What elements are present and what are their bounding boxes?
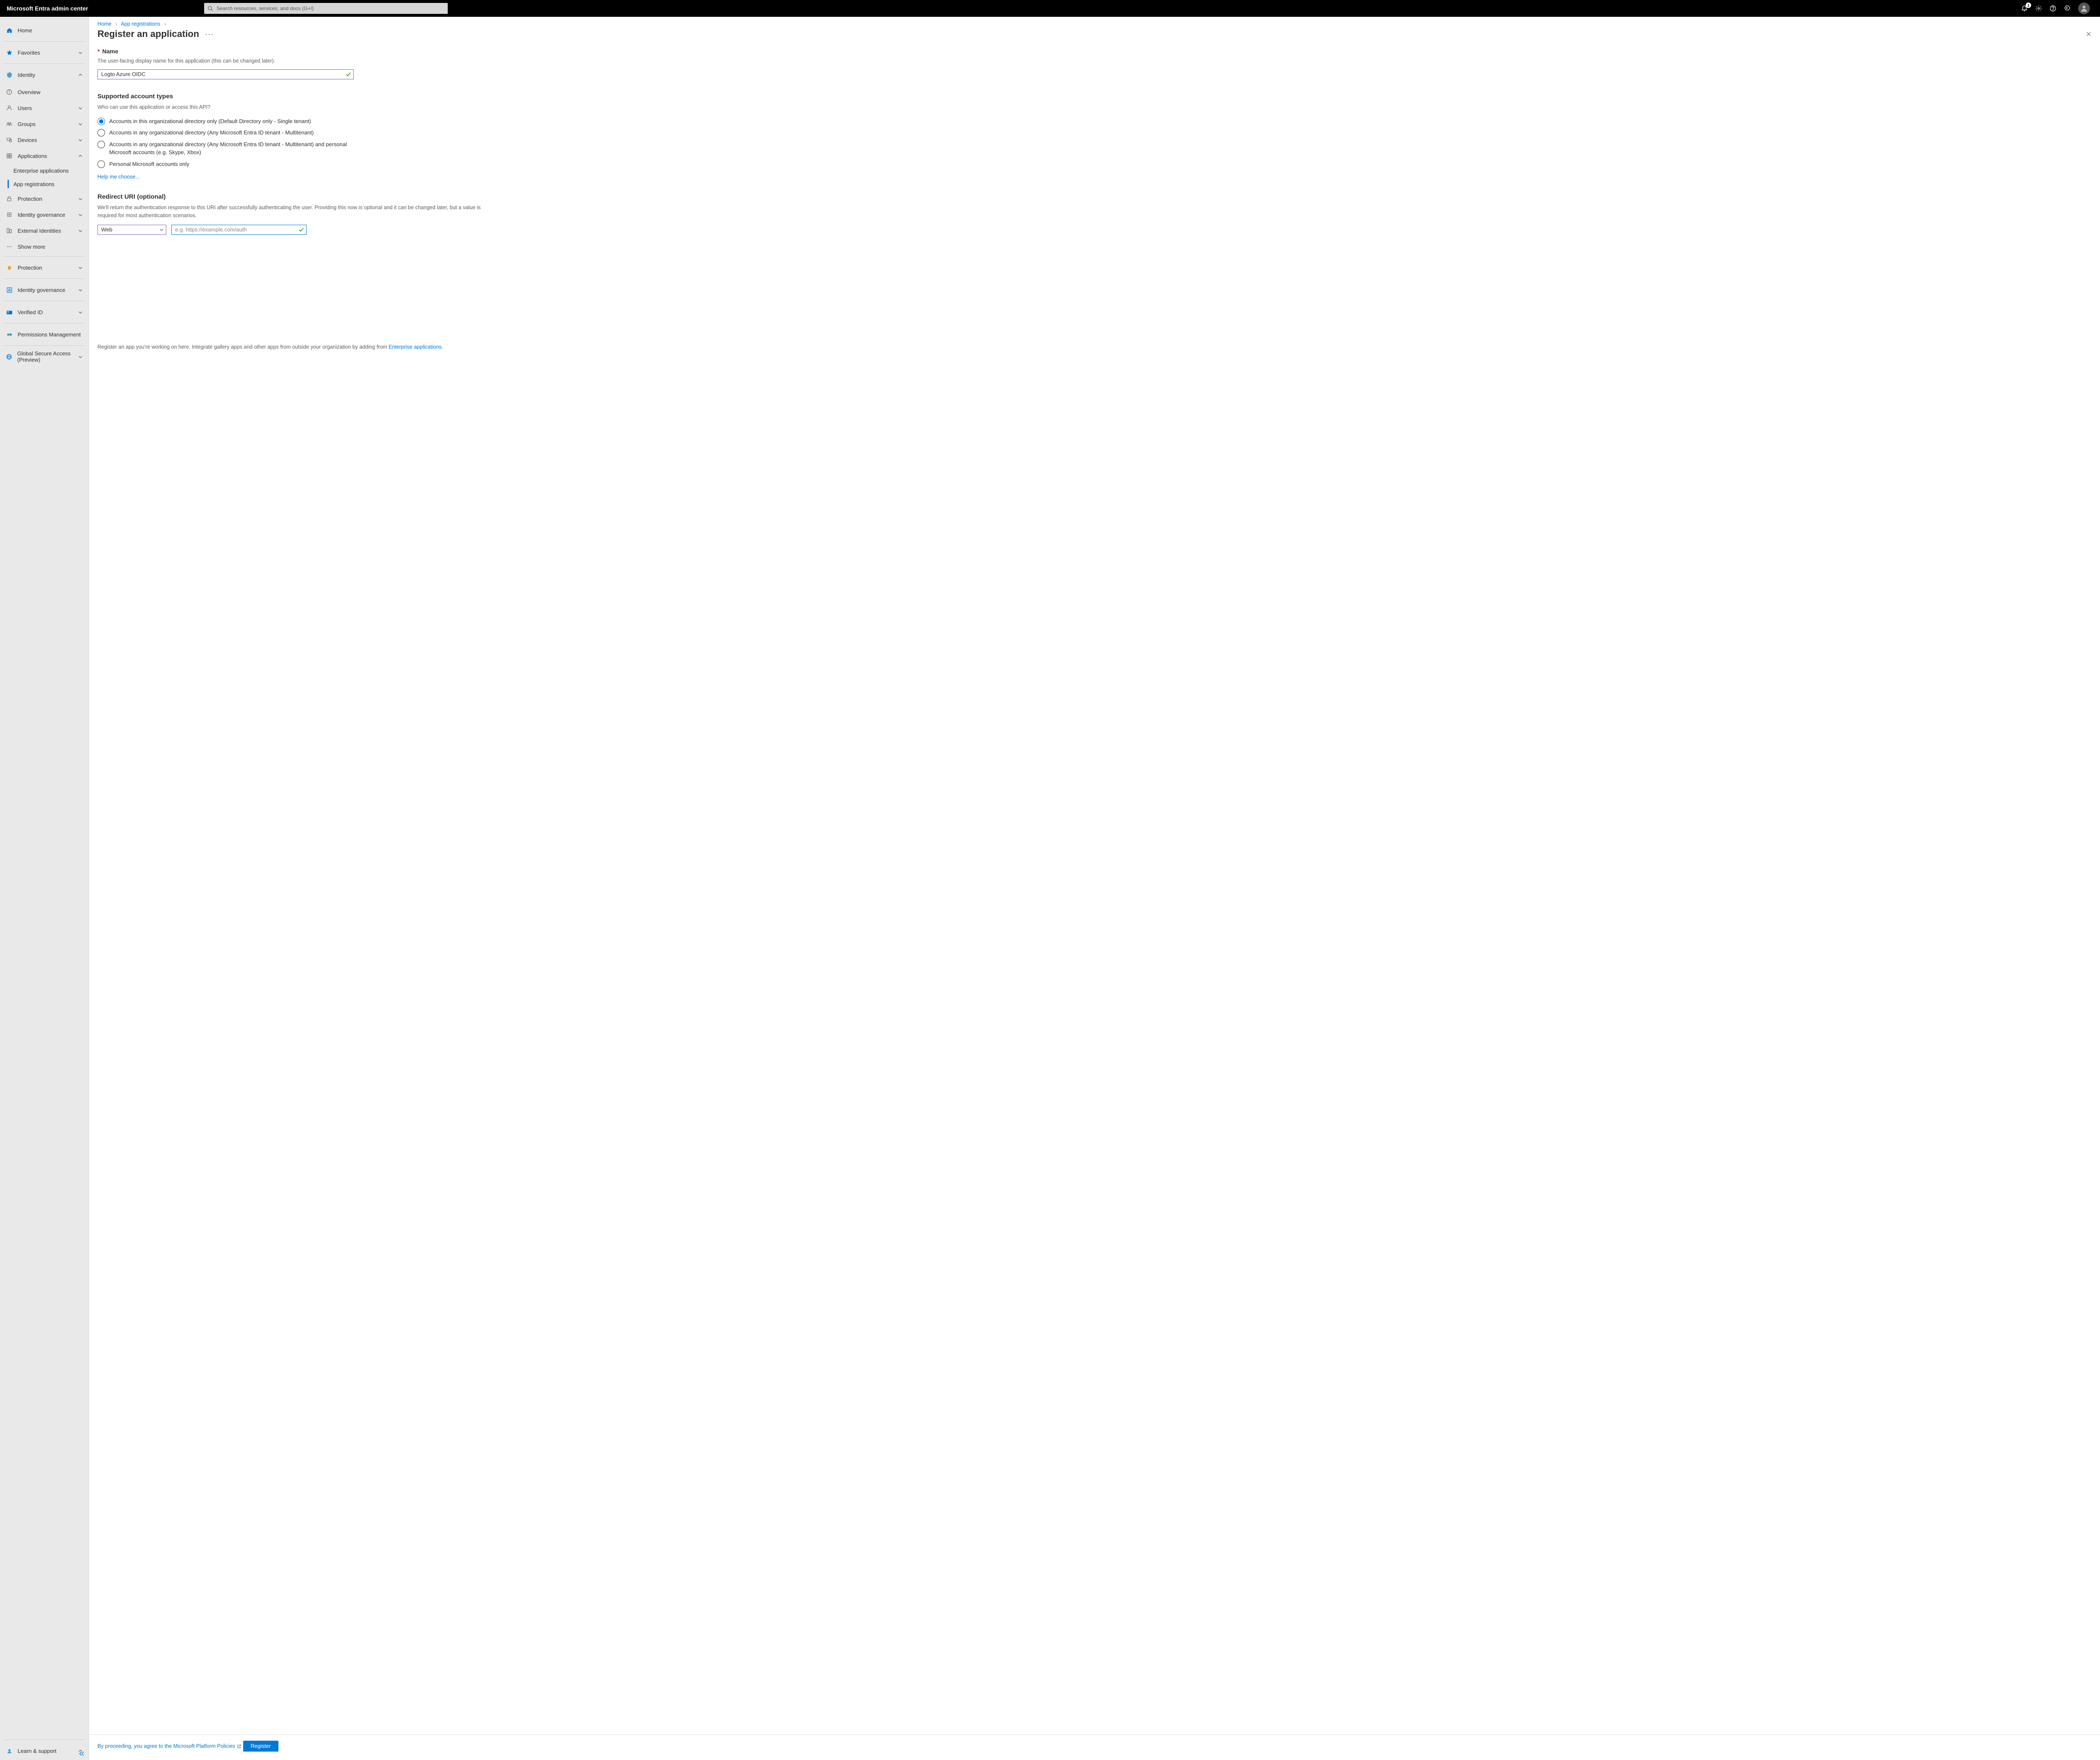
- name-label: * Name: [97, 48, 484, 55]
- nav-favorites[interactable]: Favorites: [0, 43, 89, 62]
- account-types-title: Supported account types: [97, 93, 484, 100]
- notifications-icon[interactable]: 1: [2021, 5, 2028, 12]
- account-type-option-1[interactable]: Accounts in any organizational directory…: [97, 127, 484, 139]
- nav-permissions[interactable]: Permissions Management: [0, 325, 89, 344]
- identity-icon: [6, 72, 13, 78]
- nav-protection[interactable]: Protection: [0, 258, 89, 277]
- check-icon: [346, 71, 351, 77]
- nav-applications[interactable]: Applications: [0, 148, 89, 164]
- chevron-down-icon: [78, 213, 83, 217]
- verified-icon: [6, 309, 13, 315]
- redirect-uri-title: Redirect URI (optional): [97, 193, 484, 200]
- search-icon: [207, 6, 213, 11]
- more-button[interactable]: ···: [205, 30, 214, 39]
- check-icon: [299, 227, 304, 232]
- apps-icon: [6, 153, 13, 159]
- global-search-input[interactable]: [204, 3, 448, 14]
- nav-users[interactable]: Users: [0, 100, 89, 116]
- redirect-uri-description: We'll return the authentication response…: [97, 204, 484, 220]
- lock-icon: [6, 196, 13, 202]
- chevron-down-icon: [78, 106, 83, 110]
- close-button[interactable]: [2086, 31, 2092, 37]
- groups-icon: [6, 121, 13, 127]
- help-me-choose-link[interactable]: Help me choose...: [97, 174, 140, 180]
- app-name-input[interactable]: [97, 69, 354, 79]
- notification-badge: 1: [2026, 3, 2031, 8]
- redirect-uri-input[interactable]: [171, 225, 307, 235]
- nav-overview[interactable]: Overview: [0, 84, 89, 100]
- help-icon[interactable]: [2050, 5, 2056, 12]
- nav-home[interactable]: Home: [0, 21, 89, 39]
- breadcrumb-home[interactable]: Home: [97, 21, 111, 27]
- nav-identity[interactable]: Identity: [0, 66, 89, 84]
- nav-identity-gov-sub[interactable]: Identity governance: [0, 207, 89, 223]
- home-icon: [6, 27, 13, 34]
- permissions-icon: [6, 331, 13, 338]
- external-icon: [6, 228, 13, 234]
- nav-learn-support[interactable]: Learn & support: [0, 1742, 89, 1760]
- radio-icon: [97, 141, 105, 148]
- breadcrumb: Home › App registrations ›: [89, 17, 2100, 29]
- user-icon: [6, 105, 13, 111]
- chevron-down-icon: [78, 138, 83, 142]
- nav-groups[interactable]: Groups: [0, 116, 89, 132]
- governance-icon: [6, 212, 13, 218]
- radio-icon: [97, 160, 105, 168]
- nav-protection-sub[interactable]: Protection: [0, 191, 89, 207]
- name-description: The user-facing display name for this ap…: [97, 57, 484, 65]
- account-type-option-3[interactable]: Personal Microsoft accounts only: [97, 158, 484, 170]
- breadcrumb-app-registrations[interactable]: App registrations: [121, 21, 160, 27]
- chevron-down-icon: [78, 310, 83, 315]
- chevron-up-icon: [78, 73, 83, 77]
- breadcrumb-separator: ›: [113, 21, 120, 27]
- nav-show-more[interactable]: Show more: [0, 239, 89, 255]
- id-gov-icon: [6, 287, 13, 293]
- footer-note: Register an app you're working on here. …: [97, 344, 484, 358]
- chevron-up-icon: [78, 154, 83, 158]
- chevron-down-icon: [78, 50, 83, 55]
- chevron-down-icon: [78, 265, 83, 270]
- globe-icon: [6, 354, 12, 360]
- account-types-description: Who can use this application or access t…: [97, 103, 484, 111]
- register-button[interactable]: Register: [243, 1741, 278, 1752]
- ellipsis-icon: [6, 244, 13, 250]
- policy-link[interactable]: By proceeding, you agree to the Microsof…: [97, 1743, 242, 1749]
- support-icon: [6, 1748, 13, 1754]
- account-type-option-2[interactable]: Accounts in any organizational directory…: [97, 139, 484, 158]
- radio-icon: [97, 129, 105, 137]
- shield-icon: [6, 265, 13, 271]
- nav-app-registrations[interactable]: App registrations: [0, 177, 89, 191]
- user-avatar[interactable]: [2078, 3, 2090, 14]
- chevron-down-icon: [78, 197, 83, 201]
- nav-enterprise-applications[interactable]: Enterprise applications: [0, 164, 89, 177]
- chevron-down-icon: [78, 122, 83, 126]
- left-sidebar: Home Favorites Identity Overview Users: [0, 17, 89, 1760]
- devices-icon: [6, 137, 13, 143]
- star-icon: [6, 50, 13, 56]
- chevron-down-icon: [78, 229, 83, 233]
- product-title: Microsoft Entra admin center: [7, 5, 88, 12]
- settings-icon[interactable]: [2035, 5, 2042, 12]
- feedback-icon[interactable]: [2064, 5, 2071, 12]
- chevron-down-icon: [78, 288, 83, 292]
- nav-identity-governance[interactable]: Identity governance: [0, 281, 89, 299]
- nav-external-identities[interactable]: External Identities: [0, 223, 89, 239]
- info-icon: [6, 89, 13, 95]
- collapse-sidebar-button[interactable]: [79, 1751, 84, 1757]
- top-header: Microsoft Entra admin center 1: [0, 0, 2100, 17]
- page-title: Register an application: [97, 29, 199, 39]
- breadcrumb-separator: ›: [162, 21, 168, 27]
- radio-icon: [97, 118, 105, 125]
- nav-verified-id[interactable]: Verified ID: [0, 303, 89, 321]
- account-type-option-0[interactable]: Accounts in this organizational director…: [97, 116, 484, 127]
- external-link-icon: [237, 1744, 242, 1749]
- platform-select[interactable]: [97, 225, 166, 235]
- enterprise-applications-link[interactable]: Enterprise applications: [388, 344, 441, 350]
- chevron-down-icon: [78, 355, 83, 359]
- nav-global-secure-access[interactable]: Global Secure Access (Preview): [0, 347, 89, 366]
- nav-devices[interactable]: Devices: [0, 132, 89, 148]
